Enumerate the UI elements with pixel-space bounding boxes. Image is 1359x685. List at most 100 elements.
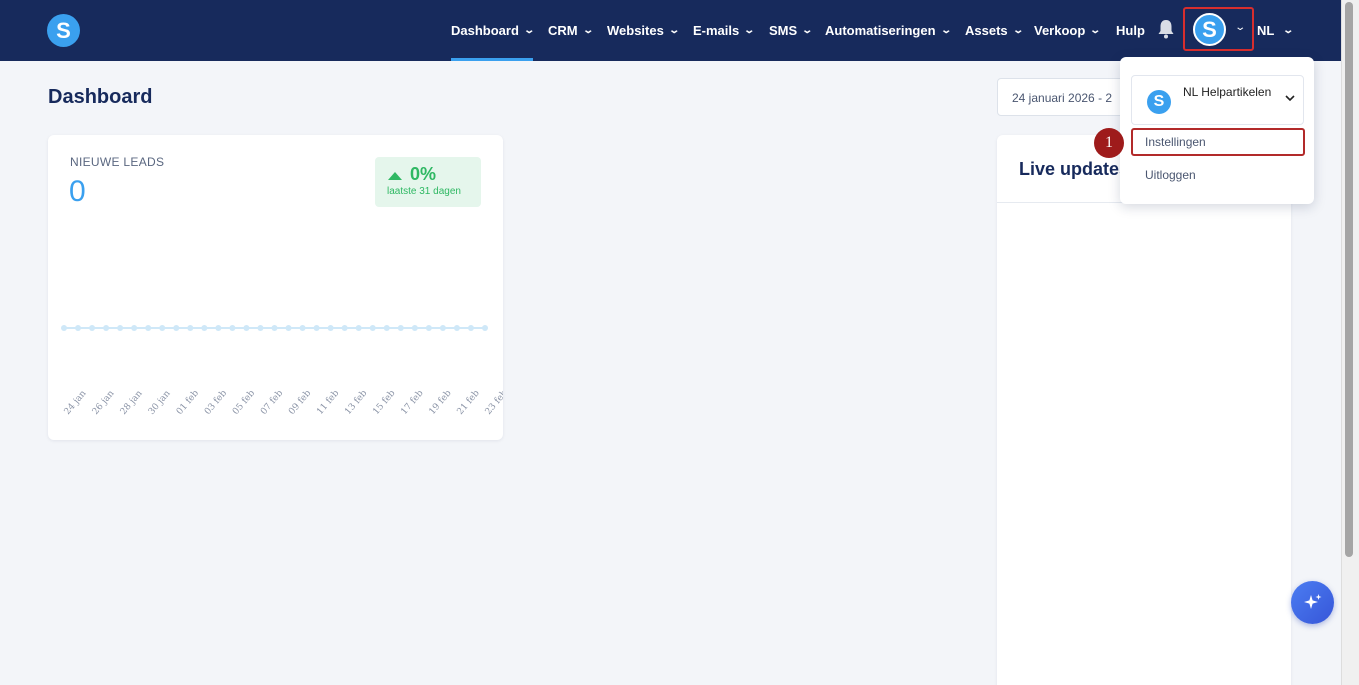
x-tick-label: 21 feb [456,388,482,417]
x-tick-label: 26 jan [91,389,117,417]
nav-hulp-label: Hulp [1116,23,1145,38]
language-label: NL [1257,23,1275,38]
data-point[interactable] [103,325,110,331]
page-scrollbar-thumb[interactable] [1345,2,1353,557]
nav-automatiseringen-label: Automatiseringen [825,23,936,38]
nav-websites[interactable]: Websites ⌄ [607,0,680,61]
data-point[interactable] [159,325,166,331]
chevron-down-icon: ⌄ [1089,25,1102,36]
data-point[interactable] [299,325,306,331]
data-point[interactable] [89,325,96,331]
x-tick-label: 17 feb [399,388,425,417]
brand-logo[interactable]: S [47,14,80,47]
x-tick-label: 28 jan [119,389,145,417]
data-point[interactable] [467,325,474,331]
step-annotation-badge: 1 [1094,128,1124,158]
leads-line-chart: 24 jan 26 jan 28 jan 30 jan 01 feb 03 feb 05 f… [61,325,503,417]
nav-assets[interactable]: Assets ⌄ [965,0,1024,61]
new-leads-label: NIEUWE LEADS [70,155,165,169]
user-dropdown-menu: S NL Helpartikelen Instellingen Uitlogge… [1120,57,1314,204]
trend-badge: 0% laatste 31 dagen [375,157,481,207]
x-tick-label: 23 feb [484,388,503,417]
data-point[interactable] [355,325,362,331]
nav-verkoop[interactable]: Verkoop ⌄ [1034,0,1102,61]
data-point[interactable] [369,325,376,331]
menu-item-logout[interactable]: Uitloggen [1131,161,1305,189]
data-point[interactable] [201,325,208,331]
avatar: S [1193,13,1226,46]
nav-assets-label: Assets [965,23,1008,38]
data-point[interactable] [383,325,390,331]
x-tick-label: 24 jan [63,389,89,417]
top-navigation-bar: S Dashboard ⌄ CRM ⌄ Websites ⌄ E-mails ⌄ SMS… [0,0,1341,61]
live-updates-title: Live updates [1019,159,1130,179]
data-point[interactable] [453,325,460,331]
bell-icon[interactable] [1157,18,1175,40]
chevron-down-icon: ⌄ [1234,22,1247,33]
chevron-down-icon: ⌄ [743,25,756,36]
page-title: Dashboard [48,86,153,108]
data-point[interactable] [229,325,236,331]
x-tick-label: 03 feb [203,388,229,417]
data-point[interactable] [327,325,334,331]
nav-crm[interactable]: CRM ⌄ [548,0,594,61]
chevron-down-icon [1285,95,1295,102]
x-tick-label: 13 feb [343,388,369,417]
x-tick-label: 30 jan [147,389,173,417]
account-switcher[interactable]: S NL Helpartikelen [1131,75,1304,125]
nav-hulp[interactable]: Hulp [1116,0,1145,61]
ai-assistant-button[interactable] [1291,581,1334,624]
data-point[interactable] [271,325,278,331]
data-point[interactable] [131,325,138,331]
data-point[interactable] [117,325,124,331]
account-name: NL Helpartikelen [1183,85,1272,99]
language-selector[interactable]: NL ⌄ [1257,0,1295,61]
trend-period: laatste 31 dagen [387,186,461,197]
chevron-down-icon: ⌄ [523,25,535,36]
x-tick-label: 05 feb [231,388,257,417]
chevron-down-icon: ⌄ [939,25,952,36]
data-point[interactable] [482,325,488,331]
arrow-up-icon [388,172,402,180]
chevron-down-icon: ⌄ [1282,25,1295,36]
data-point[interactable] [243,325,250,331]
nav-crm-label: CRM [548,23,578,38]
nav-verkoop-label: Verkoop [1034,23,1086,38]
data-point[interactable] [397,325,404,331]
live-updates-card: Live updates [997,135,1291,685]
trend-percentage: 0% [410,164,437,184]
nav-dashboard[interactable]: Dashboard ⌄ [451,0,535,61]
chevron-down-icon: ⌄ [1011,25,1024,36]
x-tick-label: 19 feb [428,388,454,417]
nav-sms[interactable]: SMS ⌄ [769,0,814,61]
data-point[interactable] [257,325,264,331]
x-tick-label: 07 feb [259,388,285,417]
x-tick-label: 11 feb [315,388,341,417]
new-leads-card: NIEUWE LEADS 0 0% laatste 31 dagen 24 ja… [48,135,503,440]
data-point[interactable] [411,325,418,331]
data-point[interactable] [341,325,348,331]
nav-emails[interactable]: E-mails ⌄ [693,0,756,61]
data-point[interactable] [75,325,82,331]
data-point[interactable] [313,325,320,331]
sparkle-icon [1303,593,1321,609]
new-leads-value: 0 [69,175,86,208]
menu-item-settings[interactable]: Instellingen [1131,128,1305,156]
account-logo: S [1147,90,1171,114]
user-menu-toggle[interactable]: S ⌄ [1183,7,1254,51]
nav-automatiseringen[interactable]: Automatiseringen ⌄ [825,0,952,61]
x-tick-label: 01 feb [175,388,201,417]
x-tick-label: 09 feb [287,388,313,417]
chevron-down-icon: ⌄ [801,25,814,36]
data-point[interactable] [425,325,432,331]
nav-emails-label: E-mails [693,23,740,38]
data-point[interactable] [187,325,194,331]
data-point[interactable] [285,325,292,331]
nav-dashboard-label: Dashboard [451,23,519,38]
data-point[interactable] [215,325,222,331]
data-point[interactable] [61,325,67,331]
data-point[interactable] [439,325,446,331]
data-point[interactable] [173,325,180,331]
chevron-down-icon: ⌄ [668,25,680,36]
data-point[interactable] [145,325,152,331]
